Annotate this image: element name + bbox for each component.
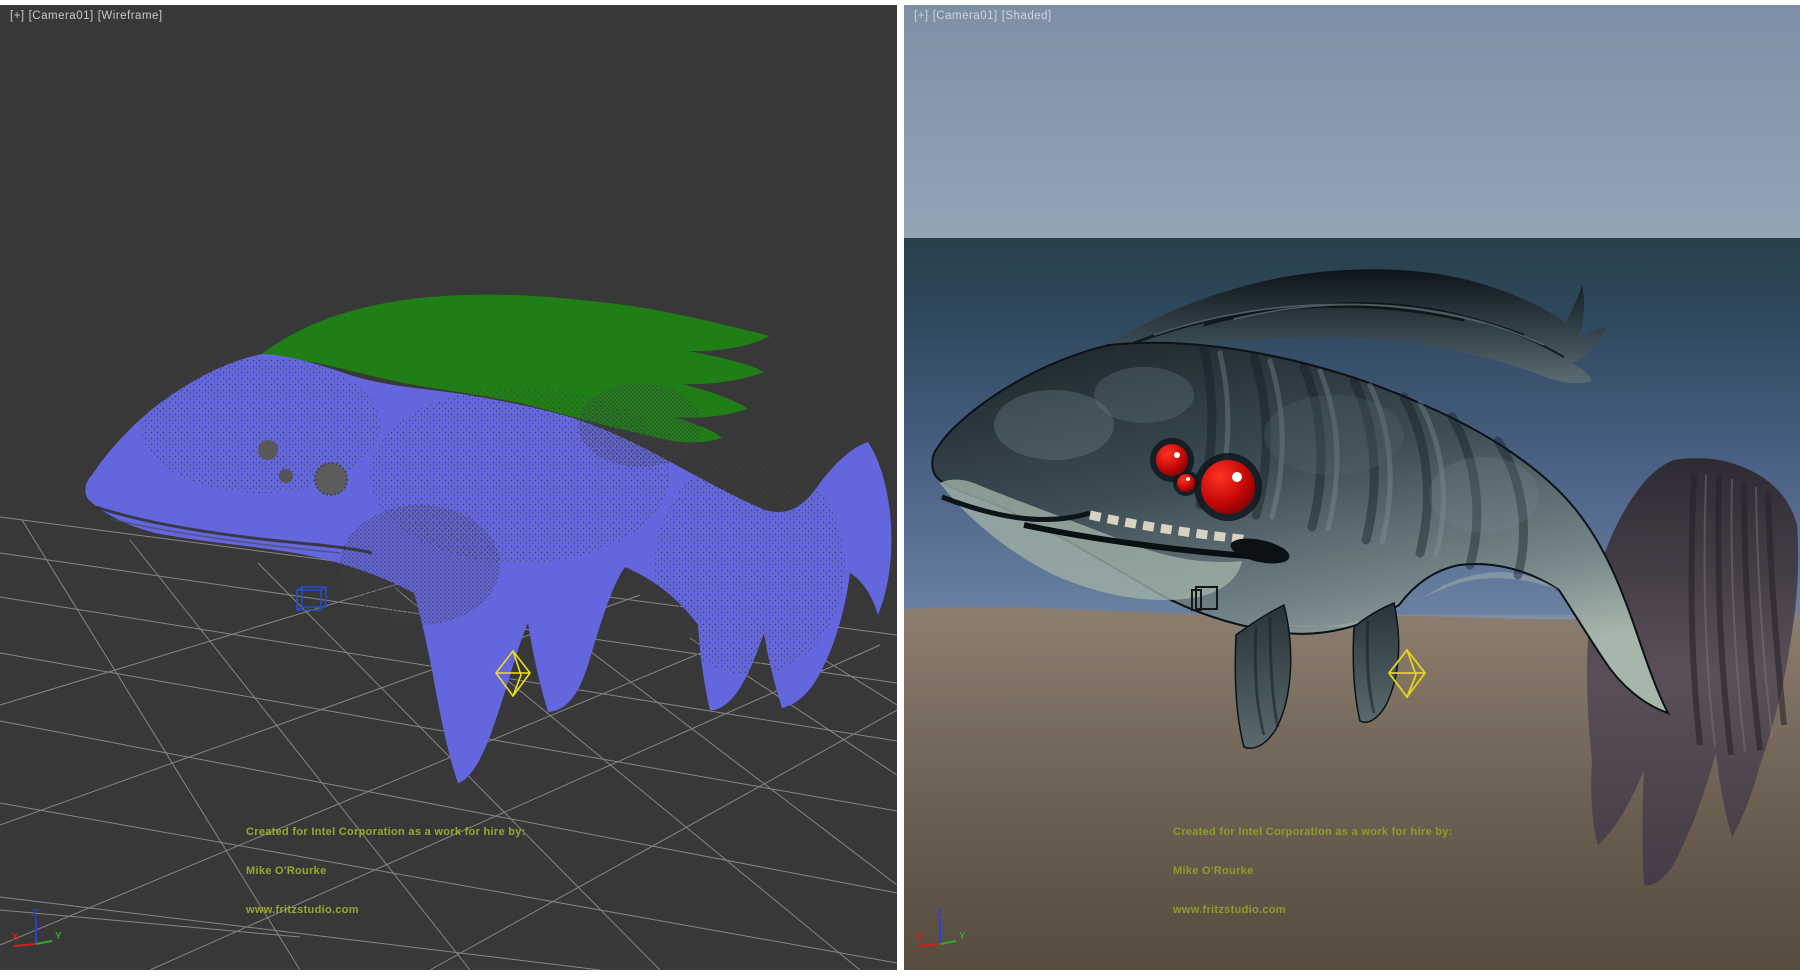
viewport-menu-pov[interactable]: [Camera01] <box>29 10 94 22</box>
fish-eye-icon <box>279 469 293 483</box>
svg-text:Z: Z <box>936 908 942 919</box>
svg-text:Y: Y <box>959 931 966 942</box>
copyright-watermark: Created for Intel Corporation as a work … <box>246 800 526 943</box>
viewport-shaded[interactable]: [+] [Camera01] [Shaded] <box>904 5 1800 970</box>
viewport-wireframe[interactable]: [+] [Camera01] [Wireframe] <box>0 5 897 970</box>
fish-eye-icon <box>258 440 278 460</box>
copyright-watermark: Created for Intel Corporation as a work … <box>1173 800 1453 943</box>
fish-eye-red <box>1177 474 1195 492</box>
svg-text:X: X <box>916 932 923 943</box>
svg-text:Y: Y <box>55 931 62 942</box>
viewport-label-left: [+] [Camera01] [Wireframe] <box>10 10 167 22</box>
world-axis-icon: X Z Y <box>912 906 974 958</box>
svg-text:X: X <box>12 932 19 943</box>
3dsmax-dual-viewport: [+] [Camera01] [Wireframe] <box>0 0 1800 978</box>
svg-text:Z: Z <box>32 908 38 919</box>
fish-eye-red <box>1156 444 1188 476</box>
fish-eye-icon <box>315 463 347 495</box>
viewport-menu-general[interactable]: [+] <box>10 10 25 22</box>
viewport-menu-general[interactable]: [+] <box>914 10 929 22</box>
viewport-menu-pov[interactable]: [Camera01] <box>933 10 998 22</box>
viewport-menu-shading[interactable]: [Shaded] <box>1002 10 1052 22</box>
viewport-menu-shading[interactable]: [Wireframe] <box>98 10 163 22</box>
fish-eye-red <box>1201 460 1255 514</box>
sky <box>904 5 1800 238</box>
viewport-label-right: [+] [Camera01] [Shaded] <box>914 10 1056 22</box>
world-axis-icon: X Z Y <box>8 906 70 958</box>
